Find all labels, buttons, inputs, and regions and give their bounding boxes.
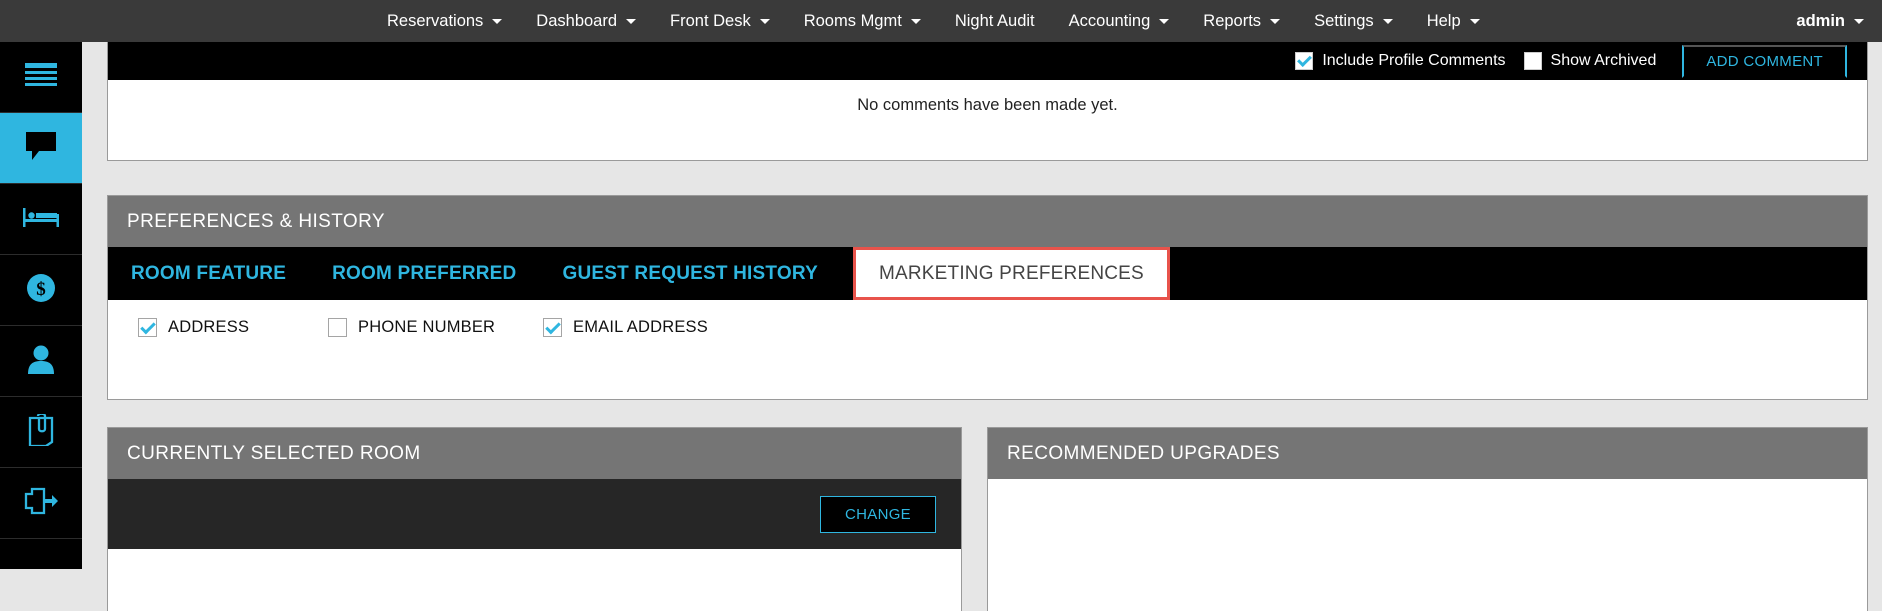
change-room-button[interactable]: CHANGE <box>820 495 936 533</box>
checkbox-box <box>543 318 562 337</box>
nav-item-reports[interactable]: Reports <box>1186 0 1297 42</box>
chevron-down-icon <box>759 18 770 24</box>
sidebar-item-checkout[interactable] <box>0 468 82 539</box>
show-archived-label: Show Archived <box>1550 52 1657 69</box>
marketing-check-email-address[interactable]: EMAIL ADDRESS <box>543 318 708 337</box>
tab-room-feature[interactable]: ROOM FEATURE <box>108 247 309 300</box>
person-icon <box>28 344 54 379</box>
sidebar-item-menu[interactable] <box>0 42 82 113</box>
nav-item-label: Reservations <box>387 11 484 30</box>
nav-item-label: Dashboard <box>536 11 618 30</box>
page-title: PREFERENCES & HISTORY <box>127 210 385 232</box>
show-archived-checkbox[interactable]: Show Archived <box>1523 52 1657 70</box>
recommended-upgrades-panel: RECOMMENDED UPGRADES <box>987 427 1868 611</box>
chevron-down-icon <box>1854 18 1864 24</box>
nav-item-label: Rooms Mgmt <box>803 11 902 30</box>
include-profile-comments-label: Include Profile Comments <box>1322 52 1506 69</box>
nav-item-label: Night Audit <box>954 11 1035 30</box>
checkout-icon <box>24 487 58 520</box>
nav-item-reservations[interactable]: Reservations <box>370 0 519 42</box>
sidebar-item-comments[interactable] <box>0 113 82 184</box>
top-nav-user-area: admin <box>1796 0 1864 42</box>
nav-item-dashboard[interactable]: Dashboard <box>519 0 653 42</box>
tab-room-preferred[interactable]: ROOM PREFERRED <box>309 247 539 300</box>
sidebar-item-rooms[interactable] <box>0 184 82 255</box>
tab-label: ROOM PREFERRED <box>332 262 517 284</box>
include-profile-comments-checkbox[interactable]: Include Profile Comments <box>1295 52 1506 70</box>
panel-title: CURRENTLY SELECTED ROOM <box>127 442 421 464</box>
comments-panel: Include Profile Comments Show Archived A… <box>107 42 1868 161</box>
nav-item-label: Help <box>1426 11 1461 30</box>
marketing-check-phone-number[interactable]: PHONE NUMBER <box>328 318 543 337</box>
left-sidebar: $ <box>0 42 82 569</box>
checkbox-box <box>1295 52 1314 70</box>
nav-item-settings[interactable]: Settings <box>1297 0 1410 42</box>
sidebar-item-billing[interactable]: $ <box>0 255 82 326</box>
nav-item-help[interactable]: Help <box>1410 0 1497 42</box>
sidebar-item-guest[interactable] <box>0 326 82 397</box>
chevron-down-icon <box>492 18 503 24</box>
chevron-down-icon <box>910 18 921 24</box>
tab-label: GUEST REQUEST HISTORY <box>562 262 818 284</box>
top-nav-items: Reservations Dashboard Front Desk Rooms Mgm… <box>370 0 1497 42</box>
nav-item-night-audit[interactable]: Night Audit <box>938 0 1052 42</box>
user-menu-label: admin <box>1796 11 1845 30</box>
main-content: Include Profile Comments Show Archived A… <box>82 42 1882 611</box>
currently-selected-room-panel: CURRENTLY SELECTED ROOM CHANGE <box>107 427 962 611</box>
nav-item-label: Reports <box>1203 11 1262 30</box>
comments-list-area: No comments have been made yet. <box>108 80 1867 159</box>
marketing-check-label: PHONE NUMBER <box>358 318 496 336</box>
marketing-check-address[interactable]: ADDRESS <box>138 318 328 337</box>
comments-toolbar: Include Profile Comments Show Archived A… <box>108 42 1867 80</box>
panel-title: RECOMMENDED UPGRADES <box>1007 442 1280 464</box>
chevron-down-icon <box>1159 18 1170 24</box>
nav-item-label: Front Desk <box>670 11 751 30</box>
currently-selected-room-detail <box>108 549 961 611</box>
tab-guest-request-history[interactable]: GUEST REQUEST HISTORY <box>539 247 840 300</box>
recommended-upgrades-body <box>988 479 1867 611</box>
user-menu-admin[interactable]: admin <box>1796 12 1864 31</box>
checkbox-box <box>328 318 347 337</box>
menu-icon <box>24 62 58 93</box>
currently-selected-room-header: CURRENTLY SELECTED ROOM <box>108 428 961 479</box>
nav-item-rooms-mgmt[interactable]: Rooms Mgmt <box>787 0 938 42</box>
marketing-check-label: EMAIL ADDRESS <box>573 318 708 336</box>
add-comment-button[interactable]: ADD COMMENT <box>1682 44 1847 78</box>
nav-item-accounting[interactable]: Accounting <box>1052 0 1187 42</box>
chevron-down-icon <box>1382 18 1393 24</box>
currently-selected-room-body: CHANGE <box>108 479 961 549</box>
preferences-tabs: ROOM FEATURE ROOM PREFERRED GUEST REQUES… <box>108 247 1867 300</box>
marketing-preferences-options: ADDRESS PHONE NUMBER EMAIL ADDRESS <box>108 300 1867 398</box>
dollar-icon: $ <box>26 273 56 308</box>
bed-icon <box>23 206 59 233</box>
sidebar-item-attachments[interactable] <box>0 397 82 468</box>
nav-item-label: Accounting <box>1068 11 1151 30</box>
preferences-header: PREFERENCES & HISTORY <box>108 196 1867 247</box>
chevron-down-icon <box>1270 18 1281 24</box>
chevron-down-icon <box>1469 18 1480 24</box>
svg-text:$: $ <box>36 279 46 300</box>
recommended-upgrades-header: RECOMMENDED UPGRADES <box>988 428 1867 479</box>
tab-label: ROOM FEATURE <box>131 262 287 284</box>
checkbox-box <box>138 318 157 337</box>
nav-item-label: Settings <box>1314 11 1374 30</box>
nav-item-front-desk[interactable]: Front Desk <box>653 0 787 42</box>
checkbox-box <box>1523 52 1542 70</box>
tabs-filler <box>1169 247 1867 300</box>
tab-marketing-preferences[interactable]: MARKETING PREFERENCES <box>852 247 1170 300</box>
chevron-down-icon <box>626 18 637 24</box>
comment-icon <box>25 131 57 166</box>
preferences-history-panel: PREFERENCES & HISTORY ROOM FEATURE ROOM … <box>107 195 1868 400</box>
top-navigation-bar: Reservations Dashboard Front Desk Rooms Mgm… <box>0 0 1882 42</box>
marketing-check-label: ADDRESS <box>168 318 250 336</box>
comments-empty-message: No comments have been made yet. <box>857 96 1118 114</box>
tab-label: MARKETING PREFERENCES <box>878 262 1144 284</box>
attachment-icon <box>28 412 54 451</box>
